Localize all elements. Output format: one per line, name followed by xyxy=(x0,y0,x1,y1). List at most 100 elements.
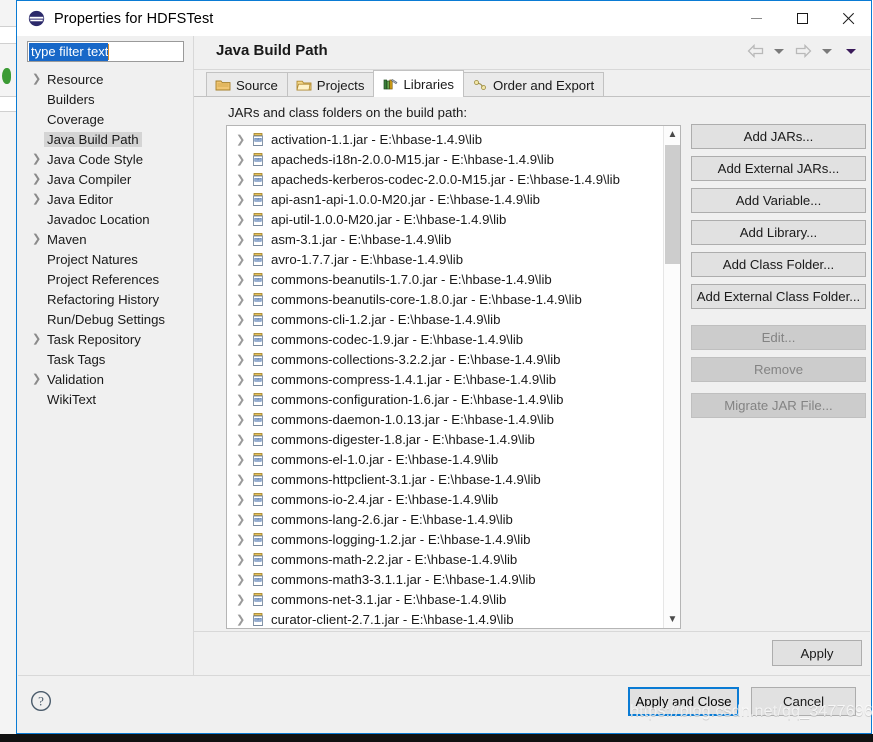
jar-list-item[interactable]: ❯ 010 commons-cli-1.2.jar - E:\hbase-1.4.9… xyxy=(227,309,663,329)
jar-list-item[interactable]: ❯ 010 commons-net-3.1.jar - E:\hbase-1.4.9… xyxy=(227,589,663,609)
sidebar-item-wikitext[interactable]: ❯WikiText xyxy=(18,389,193,409)
chevron-right-icon[interactable]: ❯ xyxy=(32,193,44,205)
jar-list-item[interactable]: ❯ 010 commons-codec-1.9.jar - E:\hbase-1.4… xyxy=(227,329,663,349)
scroll-up-icon[interactable]: ▲ xyxy=(664,126,680,143)
chevron-right-icon[interactable]: ❯ xyxy=(236,533,251,546)
tab-projects[interactable]: Projects xyxy=(286,72,375,97)
jar-list-item[interactable]: ❯ 010 commons-configuration-1.6.jar - E:\h… xyxy=(227,389,663,409)
minimize-button[interactable] xyxy=(733,1,779,36)
search-input[interactable]: type filter text xyxy=(29,42,109,61)
jar-list-item[interactable]: ❯ 010 commons-beanutils-core-1.8.0.jar - E… xyxy=(227,289,663,309)
add-external-class-folder-button[interactable]: Add External Class Folder... xyxy=(691,284,866,309)
jar-list-item[interactable]: ❯ 010 commons-logging-1.2.jar - E:\hbase-1… xyxy=(227,529,663,549)
jar-list-item[interactable]: ❯ 010 commons-digester-1.8.jar - E:\hbase-… xyxy=(227,429,663,449)
sidebar-item-task-repository[interactable]: ❯ Task Repository xyxy=(18,329,193,349)
chevron-right-icon[interactable]: ❯ xyxy=(236,473,251,486)
chevron-right-icon[interactable]: ❯ xyxy=(236,593,251,606)
jar-list-item[interactable]: ❯ 010 curator-client-2.7.1.jar - E:\hbase-… xyxy=(227,609,663,628)
filter-input-wrapper[interactable]: type filter text xyxy=(27,41,184,62)
tab-order-and-export[interactable]: Order and Export xyxy=(463,72,605,97)
chevron-right-icon[interactable]: ❯ xyxy=(236,453,251,466)
jar-list-item[interactable]: ❯ 010 activation-1.1.jar - E:\hbase-1.4.9\… xyxy=(227,129,663,149)
forward-dropdown-button[interactable] xyxy=(816,41,838,61)
chevron-right-icon[interactable]: ❯ xyxy=(236,393,251,406)
jar-list-item[interactable]: ❯ 010 commons-collections-3.2.2.jar - E:\h… xyxy=(227,349,663,369)
jar-list[interactable]: ❯ 010 activation-1.1.jar - E:\hbase-1.4.9\… xyxy=(226,125,681,629)
jar-list-item[interactable]: ❯ 010 commons-el-1.0.jar - E:\hbase-1.4.9\… xyxy=(227,449,663,469)
sidebar-item-builders[interactable]: ❯Builders xyxy=(18,89,193,109)
jar-list-item[interactable]: ❯ 010 commons-beanutils-1.7.0.jar - E:\hba… xyxy=(227,269,663,289)
add-external-jars-button[interactable]: Add External JARs... xyxy=(691,156,866,181)
jar-list-item[interactable]: ❯ 010 apacheds-kerberos-codec-2.0.0-M15.ja… xyxy=(227,169,663,189)
back-button[interactable] xyxy=(744,41,766,61)
jar-list-item[interactable]: ❯ 010 commons-math3-3.1.1.jar - E:\hbase-1… xyxy=(227,569,663,589)
sidebar-item-task-tags[interactable]: ❯Task Tags xyxy=(18,349,193,369)
sidebar-item-project-references[interactable]: ❯Project References xyxy=(18,269,193,289)
chevron-right-icon[interactable]: ❯ xyxy=(236,233,251,246)
sidebar-item-java-code-style[interactable]: ❯ Java Code Style xyxy=(18,149,193,169)
apply-and-close-button[interactable]: Apply and Close xyxy=(628,687,739,716)
sidebar-item-maven[interactable]: ❯ Maven xyxy=(18,229,193,249)
jar-list-item[interactable]: ❯ 010 commons-daemon-1.0.13.jar - E:\hbase… xyxy=(227,409,663,429)
sidebar-item-refactoring-history[interactable]: ❯Refactoring History xyxy=(18,289,193,309)
chevron-right-icon[interactable]: ❯ xyxy=(236,553,251,566)
jar-list-item[interactable]: ❯ 010 commons-io-2.4.jar - E:\hbase-1.4.9\… xyxy=(227,489,663,509)
close-button[interactable] xyxy=(825,1,871,36)
chevron-right-icon[interactable]: ❯ xyxy=(236,253,251,266)
chevron-right-icon[interactable]: ❯ xyxy=(236,313,251,326)
sidebar-item-java-editor[interactable]: ❯ Java Editor xyxy=(18,189,193,209)
scroll-down-icon[interactable]: ▼ xyxy=(664,611,680,628)
chevron-right-icon[interactable]: ❯ xyxy=(32,73,44,85)
jar-list-item[interactable]: ❯ 010 commons-compress-1.4.1.jar - E:\hbas… xyxy=(227,369,663,389)
chevron-right-icon[interactable]: ❯ xyxy=(32,173,44,185)
scrollbar-thumb[interactable] xyxy=(665,145,680,264)
chevron-right-icon[interactable]: ❯ xyxy=(236,173,251,186)
chevron-right-icon[interactable]: ❯ xyxy=(236,213,251,226)
chevron-right-icon[interactable]: ❯ xyxy=(236,273,251,286)
jar-list-item[interactable]: ❯ 010 commons-httpclient-3.1.jar - E:\hbas… xyxy=(227,469,663,489)
help-icon[interactable]: ? xyxy=(30,690,52,712)
chevron-right-icon[interactable]: ❯ xyxy=(236,333,251,346)
add-variable-button[interactable]: Add Variable... xyxy=(691,188,866,213)
chevron-right-icon[interactable]: ❯ xyxy=(32,333,44,345)
chevron-right-icon[interactable]: ❯ xyxy=(32,373,44,385)
cancel-button[interactable]: Cancel xyxy=(751,687,856,716)
sidebar-item-java-compiler[interactable]: ❯ Java Compiler xyxy=(18,169,193,189)
chevron-right-icon[interactable]: ❯ xyxy=(236,293,251,306)
sidebar-item-validation[interactable]: ❯ Validation xyxy=(18,369,193,389)
chevron-right-icon[interactable]: ❯ xyxy=(236,193,251,206)
forward-button[interactable] xyxy=(792,41,814,61)
tab-libraries[interactable]: Libraries xyxy=(373,70,465,97)
jar-list-item[interactable]: ❯ 010 commons-lang-2.6.jar - E:\hbase-1.4.… xyxy=(227,509,663,529)
add-class-folder-button[interactable]: Add Class Folder... xyxy=(691,252,866,277)
sidebar-item-run-debug-settings[interactable]: ❯Run/Debug Settings xyxy=(18,309,193,329)
chevron-right-icon[interactable]: ❯ xyxy=(236,613,251,626)
apply-button[interactable]: Apply xyxy=(772,640,862,666)
sidebar-item-javadoc-location[interactable]: ❯Javadoc Location xyxy=(18,209,193,229)
page-menu-button[interactable] xyxy=(840,41,862,61)
add-jars-button[interactable]: Add JARs... xyxy=(691,124,866,149)
jar-list-item[interactable]: ❯ 010 api-util-1.0.0-M20.jar - E:\hbase-1.… xyxy=(227,209,663,229)
jar-list-scrollbar[interactable]: ▲ ▼ xyxy=(663,126,680,628)
jar-list-item[interactable]: ❯ 010 asm-3.1.jar - E:\hbase-1.4.9\lib xyxy=(227,229,663,249)
chevron-right-icon[interactable]: ❯ xyxy=(236,373,251,386)
sidebar-item-coverage[interactable]: ❯Coverage xyxy=(18,109,193,129)
chevron-right-icon[interactable]: ❯ xyxy=(236,413,251,426)
jar-list-item[interactable]: ❯ 010 apacheds-i18n-2.0.0-M15.jar - E:\hba… xyxy=(227,149,663,169)
sidebar-item-java-build-path[interactable]: ❯Java Build Path xyxy=(18,129,193,149)
back-dropdown-button[interactable] xyxy=(768,41,790,61)
maximize-button[interactable] xyxy=(779,1,825,36)
chevron-right-icon[interactable]: ❯ xyxy=(32,153,44,165)
chevron-right-icon[interactable]: ❯ xyxy=(236,153,251,166)
chevron-right-icon[interactable]: ❯ xyxy=(236,433,251,446)
tab-source[interactable]: Source xyxy=(206,72,288,97)
add-library-button[interactable]: Add Library... xyxy=(691,220,866,245)
chevron-right-icon[interactable]: ❯ xyxy=(236,133,251,146)
jar-list-item[interactable]: ❯ 010 avro-1.7.7.jar - E:\hbase-1.4.9\lib xyxy=(227,249,663,269)
chevron-right-icon[interactable]: ❯ xyxy=(236,493,251,506)
chevron-right-icon[interactable]: ❯ xyxy=(236,573,251,586)
chevron-right-icon[interactable]: ❯ xyxy=(236,353,251,366)
sidebar-item-project-natures[interactable]: ❯Project Natures xyxy=(18,249,193,269)
jar-list-item[interactable]: ❯ 010 commons-math-2.2.jar - E:\hbase-1.4.… xyxy=(227,549,663,569)
chevron-right-icon[interactable]: ❯ xyxy=(32,233,44,245)
